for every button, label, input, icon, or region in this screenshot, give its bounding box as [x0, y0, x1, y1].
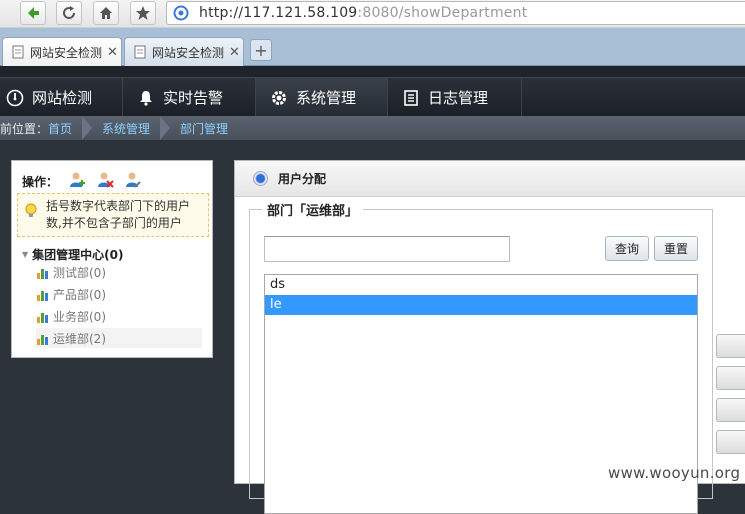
tree-item-label: 产品部(0): [53, 287, 106, 302]
query-button[interactable]: 查询: [605, 236, 649, 261]
nav-item-site-check[interactable]: 网站检测: [0, 78, 123, 117]
move-button[interactable]: [716, 366, 745, 390]
breadcrumb-department[interactable]: 部门管理: [180, 120, 228, 137]
collapse-triangle-icon[interactable]: ▼: [22, 250, 28, 259]
new-tab-button[interactable]: +: [250, 39, 272, 61]
move-button[interactable]: [716, 398, 745, 422]
add-user-icon[interactable]: [68, 171, 86, 192]
tab-close-icon[interactable]: ✕: [107, 45, 118, 60]
tree-root-label: 集团管理中心(0): [32, 248, 124, 262]
tab-strip: 网站安全检测 ✕ 网站安全检测 ✕ +: [0, 28, 745, 66]
tip-box: 括号数字代表部门下的用户数,并不包含子部门的用户: [17, 193, 209, 237]
main-nav: 网站检测 实时告警 系统管理 日志管理: [0, 77, 745, 117]
tree-item-label: 运维部(2): [53, 331, 106, 346]
nav-label: 日志管理: [428, 89, 489, 107]
home-button[interactable]: [93, 1, 119, 25]
browser-tab-2[interactable]: 网站安全检测 ✕: [124, 37, 244, 66]
reload-button[interactable]: [56, 1, 82, 25]
lightbulb-icon: [25, 203, 37, 224]
tree-item-label: 测试部(0): [53, 265, 106, 280]
tree-root-node[interactable]: ▼ 集团管理中心(0): [22, 246, 123, 263]
watermark: www.wooyun.org: [608, 464, 741, 482]
tab-close-icon[interactable]: ✕: [229, 45, 240, 60]
nav-item-alerts[interactable]: 实时告警: [123, 78, 256, 117]
gear-icon: [272, 90, 286, 105]
department-fieldset: 部门「运维部」 查询 重置 ds le: [249, 200, 713, 514]
breadcrumb: 前位置： 首页 系统管理 部门管理: [0, 116, 745, 140]
back-arrow-icon: [28, 7, 39, 19]
fieldset-legend: 部门「运维部」: [262, 200, 364, 219]
tree-item-department[interactable]: 产品部(0): [36, 284, 202, 304]
tab-label: 网站安全检测: [152, 45, 224, 60]
page-icon: [134, 45, 146, 59]
blue-dot-icon: [253, 171, 268, 186]
move-button[interactable]: [716, 430, 745, 454]
header-band: [0, 66, 745, 77]
bar-chart-icon: [37, 312, 48, 323]
move-button[interactable]: [716, 334, 745, 358]
address-bar[interactable]: http://117.121.58.109:8080/showDepartmen…: [166, 1, 745, 25]
bar-chart-icon: [37, 268, 48, 279]
nav-label: 实时告警: [163, 89, 224, 107]
tree-item-department[interactable]: 业务部(0): [36, 306, 202, 326]
tab-label: 网站安全检测: [30, 45, 102, 60]
tree-item-department-selected[interactable]: 运维部(2): [36, 328, 202, 348]
department-tree-panel: 操作： 括号数字代表部门下的用户数,并不包含子部门的用户 ▼ 集团管理中心(0)…: [11, 160, 213, 358]
page-globe-icon: [173, 5, 189, 24]
user-option[interactable]: ds: [265, 275, 697, 295]
nav-label: 系统管理: [296, 89, 357, 107]
gauge-icon: [6, 89, 24, 106]
url-text: http://117.121.58.109:8080/showDepartmen…: [199, 5, 527, 21]
browser-tab-1[interactable]: 网站安全检测 ✕: [2, 37, 122, 66]
bar-chart-icon: [37, 334, 48, 345]
url-host: http://117.121.58.109: [199, 5, 358, 21]
user-search-input[interactable]: [264, 236, 510, 262]
operations-bar: 操作：: [22, 171, 142, 192]
tree-item-department[interactable]: 测试部(0): [36, 262, 202, 282]
breadcrumb-home[interactable]: 首页: [48, 120, 72, 137]
user-assign-panel: 用户分配 部门「运维部」 查询 重置 ds le: [234, 160, 745, 514]
nav-item-system[interactable]: 系统管理: [256, 78, 388, 117]
user-option-selected[interactable]: le: [265, 295, 697, 315]
tip-text: 括号数字代表部门下的用户数,并不包含子部门的用户: [46, 199, 191, 230]
nav-label: 网站检测: [32, 89, 93, 107]
browser-toolbar: http://117.121.58.109:8080/showDepartmen…: [0, 0, 745, 28]
document-icon: [404, 89, 418, 106]
edit-user-icon[interactable]: [124, 171, 142, 192]
bar-chart-icon: [37, 290, 48, 301]
ops-label: 操作：: [22, 175, 59, 189]
breadcrumb-system[interactable]: 系统管理: [102, 120, 150, 137]
breadcrumb-prefix: 前位置：: [0, 121, 49, 136]
panel-header: 用户分配: [235, 161, 745, 197]
tree-item-label: 业务部(0): [53, 309, 106, 324]
breadcrumb-separator: [160, 116, 171, 140]
url-path: :8080/showDepartment: [357, 5, 528, 21]
bookmark-button[interactable]: [130, 1, 156, 25]
reset-button[interactable]: 重置: [654, 236, 698, 261]
panel-title: 用户分配: [278, 172, 327, 186]
star-icon: [136, 6, 150, 20]
home-icon: [100, 7, 112, 19]
reload-icon: [63, 6, 76, 19]
breadcrumb-separator: [82, 116, 93, 140]
nav-item-logs[interactable]: 日志管理: [388, 78, 522, 117]
page-icon: [12, 45, 24, 59]
back-button[interactable]: [20, 1, 46, 25]
bell-icon: [140, 90, 152, 106]
remove-user-icon[interactable]: [96, 171, 114, 192]
